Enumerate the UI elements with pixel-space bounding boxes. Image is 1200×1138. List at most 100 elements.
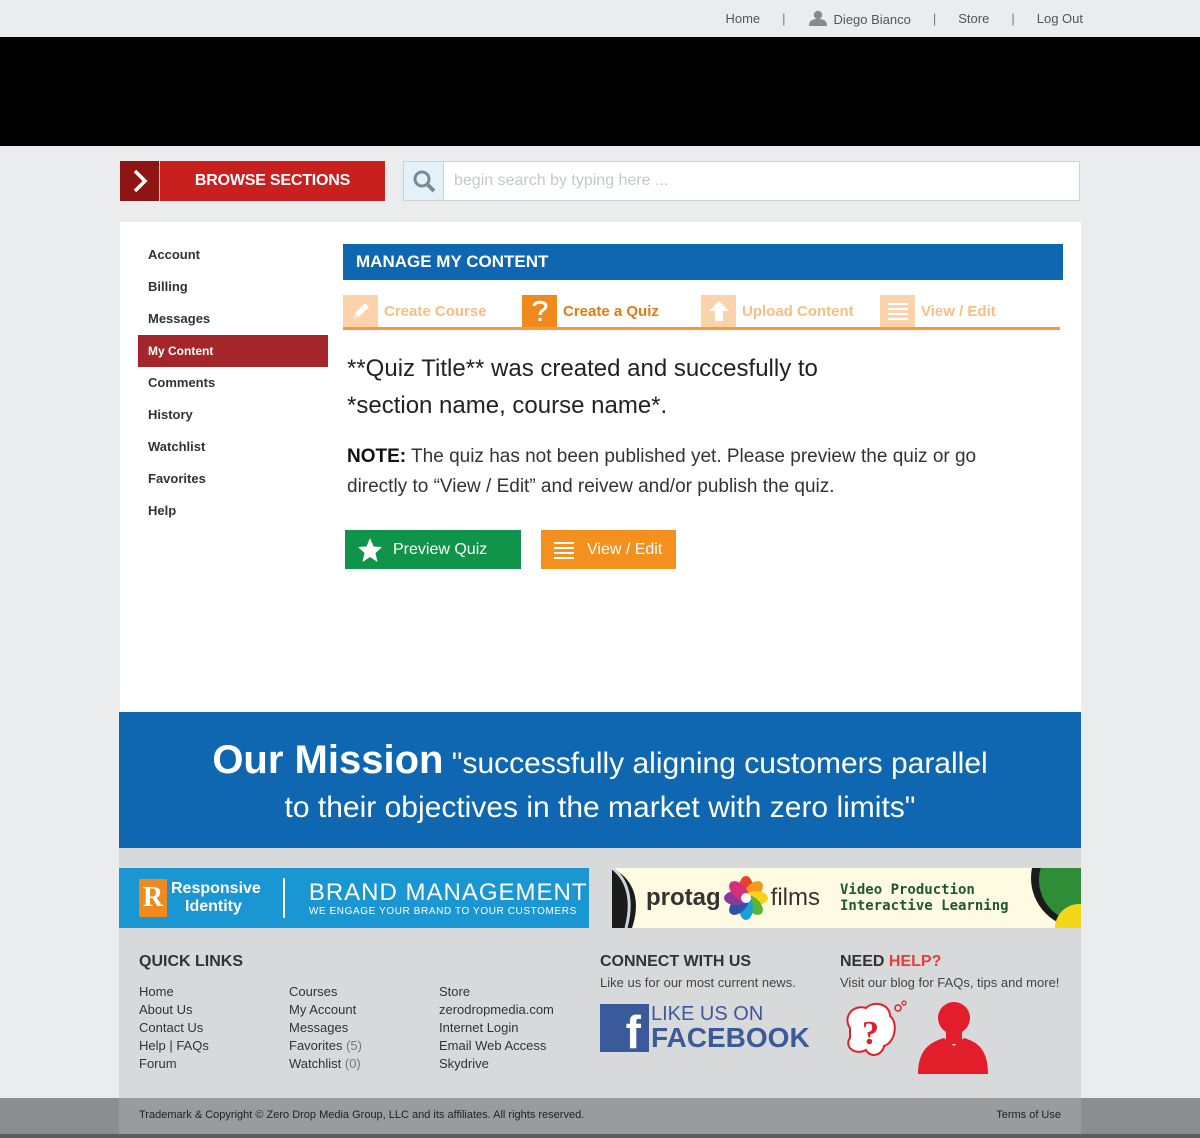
- help-title-highlight: HELP?: [888, 953, 942, 970]
- brand-management-tagline: WE ENGAGE YOUR BRAND TO YOUR CUSTOMERS: [308, 905, 577, 917]
- link-label: Watchlist: [289, 1056, 342, 1071]
- home-link[interactable]: Home: [725, 11, 760, 26]
- preview-quiz-button[interactable]: Preview Quiz: [345, 530, 521, 569]
- footer-link[interactable]: Email Web Access: [439, 1037, 589, 1055]
- tab-create-course[interactable]: Create Course: [343, 295, 522, 327]
- tab-create-quiz[interactable]: Create a Quiz: [522, 295, 701, 327]
- footer-link[interactable]: Forum: [139, 1055, 289, 1073]
- help-title-text: NEED: [840, 953, 889, 970]
- main-panel: Account Billing Messages My Content Comm…: [120, 222, 1081, 712]
- help-subtitle: Visit our blog for FAQs, tips and more!: [840, 975, 1060, 990]
- quick-links: QUICK LINKS Home About Us Contact Us Hel…: [139, 953, 589, 1073]
- brand-word: Identity: [185, 898, 242, 915]
- facebook-like-text: LIKE US ON: [651, 1003, 764, 1025]
- brand-word: Responsive: [171, 880, 261, 897]
- separator: |: [932, 11, 937, 26]
- footer-link[interactable]: My Account: [289, 1001, 439, 1019]
- sidebar-item-help[interactable]: Help: [138, 495, 328, 527]
- footer-link[interactable]: About Us: [139, 1001, 289, 1019]
- brand-management-title: BRAND MANAGEMENT: [308, 878, 588, 906]
- facebook-like-button[interactable]: f LIKE US ON FACEBOOK: [600, 1004, 810, 1052]
- quick-links-col-3: Store zerodropmedia.com Internet Login E…: [439, 983, 589, 1073]
- connect-section: CONNECT WITH US Like us for our most cur…: [600, 953, 810, 1052]
- footer-link[interactable]: Contact Us: [139, 1019, 289, 1037]
- connect-subtitle: Like us for our most current news.: [600, 975, 796, 990]
- tab-upload-content[interactable]: Upload Content: [701, 295, 880, 327]
- link-label: Favorites: [289, 1038, 343, 1053]
- content-tabs: Create Course Create a Quiz Upload Conte…: [343, 295, 1060, 330]
- browse-sections-label: BROWSE SECTIONS: [194, 172, 351, 189]
- sidebar-item-watchlist[interactable]: Watchlist: [138, 431, 328, 463]
- chevron-right-icon: [120, 161, 160, 201]
- sidebar-item-comments[interactable]: Comments: [138, 367, 328, 399]
- mission-title: Our Mission: [212, 738, 444, 782]
- user-name: Diego Bianco: [833, 12, 911, 27]
- page-title: MANAGE MY CONTENT: [343, 244, 1063, 280]
- note-text: The quiz has not been published yet. Ple…: [347, 446, 977, 497]
- flower-logo-icon: [723, 876, 768, 920]
- films-word: films: [770, 884, 820, 911]
- footer-link[interactable]: Home: [139, 983, 289, 1001]
- header-banner: [0, 37, 1200, 146]
- quick-links-col-1: Home About Us Contact Us Help | FAQs For…: [139, 983, 289, 1073]
- search-input[interactable]: [444, 162, 1079, 200]
- decorative-circles: [1031, 868, 1081, 928]
- top-nav: Home | Diego Bianco | Store | Log Out: [725, 10, 1083, 27]
- tab-view-edit[interactable]: View / Edit: [880, 295, 1059, 327]
- store-link[interactable]: Store: [958, 11, 989, 26]
- view-edit-button[interactable]: View / Edit: [541, 530, 676, 569]
- video-production-text: Video Production Interactive Learning: [840, 882, 1009, 914]
- sidebar-item-my-content[interactable]: My Content: [138, 335, 328, 367]
- footer-link[interactable]: Skydrive: [439, 1055, 589, 1073]
- footer-link[interactable]: Watchlist (0): [289, 1055, 439, 1073]
- view-edit-label: View / Edit: [587, 540, 663, 558]
- tab-label: Create Course: [384, 302, 487, 320]
- vp-line: Interactive Learning: [840, 898, 1009, 914]
- footer: R Responsive Identity BRAND MANAGEMENT W…: [119, 848, 1081, 1098]
- search-icon[interactable]: [404, 162, 444, 200]
- action-buttons: Preview Quiz View / Edit: [345, 530, 1063, 569]
- sidebar-item-messages[interactable]: Messages: [138, 303, 328, 335]
- facebook-name: FACEBOOK: [651, 1022, 810, 1053]
- terms-of-use-link[interactable]: Terms of Use: [996, 1109, 1061, 1121]
- brand-management-text: BRAND MANAGEMENT WE ENGAGE YOUR BRAND TO…: [308, 878, 588, 917]
- count-badge: (0): [344, 1056, 361, 1071]
- footer-link[interactable]: Courses: [289, 983, 439, 1001]
- question-icon: [522, 295, 557, 327]
- footer-link[interactable]: zerodropmedia.com: [439, 1001, 589, 1019]
- vp-line: Video Production: [840, 882, 975, 898]
- connect-title: CONNECT WITH US: [600, 953, 752, 970]
- footer-link[interactable]: Messages: [289, 1019, 439, 1037]
- responsive-identity-ad[interactable]: R Responsive Identity BRAND MANAGEMENT W…: [119, 868, 589, 928]
- user-icon: [808, 10, 827, 26]
- browse-sections-button[interactable]: BROWSE SECTIONS: [120, 161, 385, 201]
- footer-link[interactable]: Favorites (5): [289, 1037, 439, 1055]
- responsive-identity-name: Responsive Identity: [171, 880, 261, 916]
- footer-link[interactable]: Store: [439, 983, 589, 1001]
- quick-links-title: QUICK LINKS: [139, 953, 243, 970]
- sidebar-item-history[interactable]: History: [138, 399, 328, 431]
- top-bar: Home | Diego Bianco | Store | Log Out: [0, 0, 1200, 37]
- separator: |: [1011, 11, 1015, 26]
- search-bar: [403, 161, 1080, 201]
- sidebar-item-favorites[interactable]: Favorites: [138, 463, 328, 495]
- protag-films-ad[interactable]: protag films Video Production Interactiv…: [612, 868, 1081, 928]
- publish-note: NOTE: The quiz has not been published ye…: [347, 442, 1007, 502]
- note-label: NOTE:: [347, 446, 407, 467]
- help-title: NEED HELP?: [840, 953, 1059, 971]
- sidebar-item-account[interactable]: Account: [138, 239, 328, 271]
- help-blog-link[interactable]: ?: [840, 998, 1059, 1074]
- user-link[interactable]: Diego Bianco: [808, 10, 911, 27]
- logout-link[interactable]: Log Out: [1037, 11, 1083, 26]
- message-line: **Quiz Title** was created and succesful…: [347, 355, 818, 382]
- mission-banner: Our Mission "successfully aligning custo…: [119, 712, 1081, 848]
- svg-text:?: ?: [862, 1015, 879, 1052]
- footer-link[interactable]: Help | FAQs: [139, 1037, 289, 1055]
- help-section: NEED HELP? Visit our blog for FAQs, tips…: [840, 953, 1059, 1074]
- bottom-edge: [0, 1134, 1200, 1138]
- footer-link[interactable]: Internet Login: [439, 1019, 589, 1037]
- tab-label: Upload Content: [742, 302, 854, 320]
- sidebar-item-billing[interactable]: Billing: [138, 271, 328, 303]
- count-badge: (5): [346, 1038, 362, 1053]
- star-icon: [357, 537, 383, 563]
